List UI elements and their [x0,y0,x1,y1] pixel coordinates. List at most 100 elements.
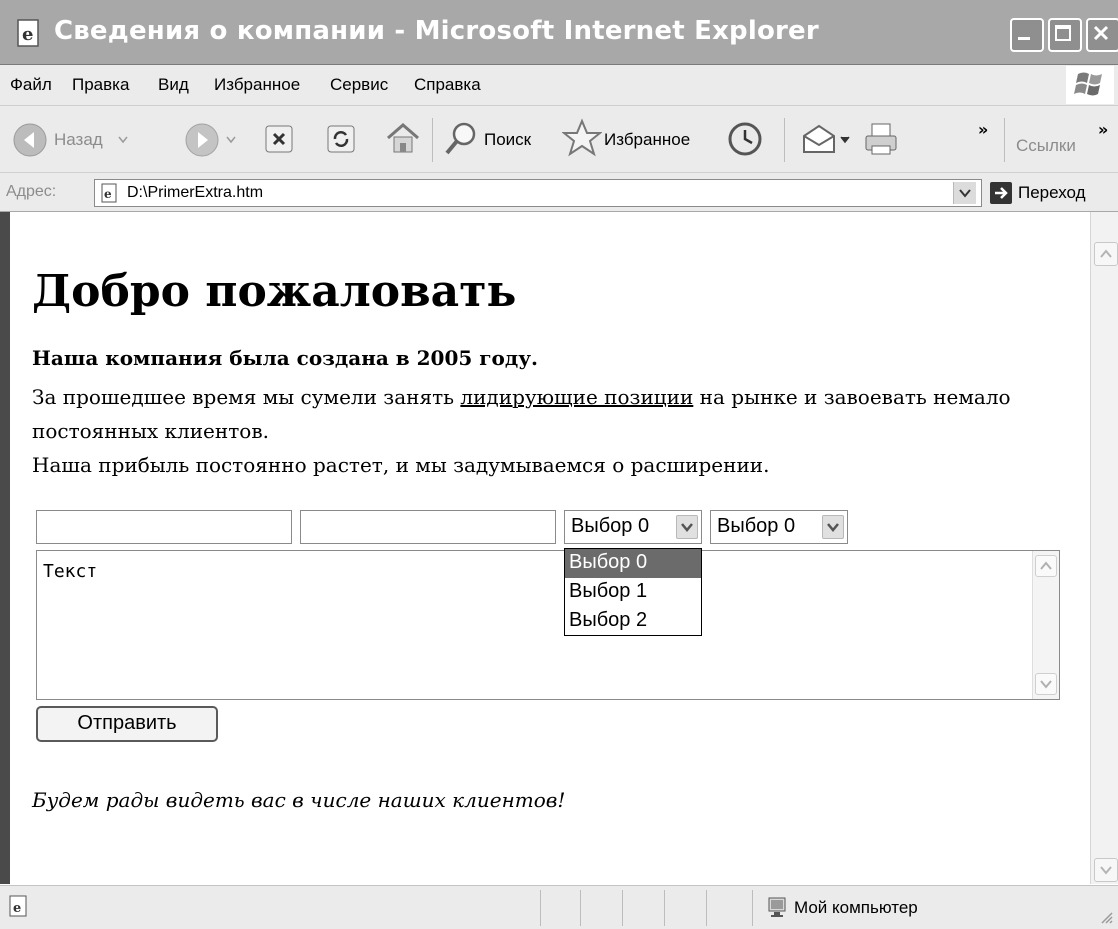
address-input[interactable]: e D:\PrimerExtra.htm [94,179,982,207]
dropdown-option[interactable]: Выбор 1 [565,578,701,607]
text-input-1[interactable] [36,510,292,544]
history-icon[interactable] [726,120,764,158]
chevron-down-icon [959,189,971,198]
menu-edit[interactable]: Правка [72,75,129,95]
search-icon[interactable] [442,120,478,158]
toolbar-separator [784,118,785,162]
chevron-down-icon[interactable] [226,136,236,144]
textarea[interactable]: Текст [36,550,1060,700]
menu-file[interactable]: Файл [10,75,52,95]
status-bar: e Мой компьютер [0,885,1118,929]
browser-window: e Сведения о компании - Microsoft Intern… [0,0,1118,929]
svg-text:e: e [104,187,112,201]
more-tools-chevron[interactable]: » [978,120,988,139]
windows-logo-icon [1066,66,1114,104]
status-separator [540,890,541,926]
dropdown-option-label: Выбор 0 [569,551,648,573]
intro-bold-text: Наша компания была создана в 2005 году. [32,346,538,370]
back-arrow-icon[interactable] [12,122,48,158]
para1-text-before: За прошедшее время мы сумели занять [32,385,461,409]
address-bar: Адрес: e D:\PrimerExtra.htm Переход [0,173,1118,212]
dropdown-option[interactable]: Выбор 2 [565,607,701,636]
forward-arrow-icon[interactable] [184,122,220,158]
status-separator [664,890,665,926]
maximize-button[interactable] [1048,18,1082,52]
toolbar-separator [432,118,433,162]
dropdown-option-label: Выбор 1 [569,580,648,602]
status-separator [580,890,581,926]
toolbar: Назад Поиск Избранное » » Ссылки [0,106,1118,173]
my-computer-icon [768,897,786,917]
page-content: Добро пожаловать Наша компания была созд… [10,212,1088,884]
select-2[interactable]: Выбор 0 [710,510,848,544]
search-button-label[interactable]: Поиск [484,130,531,150]
menu-help[interactable]: Справка [414,75,481,95]
chevron-down-icon[interactable] [118,136,128,144]
select-1[interactable]: Выбор 0 [564,510,702,544]
minimize-icon [1018,37,1030,40]
paragraph: За прошедшее время мы сумели занять лиди… [32,380,1082,482]
close-icon [1093,25,1109,41]
window-left-border [0,212,10,884]
scroll-down-button[interactable] [1094,858,1118,882]
submit-button[interactable]: Отправить [36,706,218,742]
close-button[interactable] [1086,18,1118,52]
chevron-down-icon [1040,680,1052,689]
page-heading: Добро пожаловать [32,266,517,317]
address-label: Адрес: [6,183,57,200]
title-bar[interactable]: e Сведения о компании - Microsoft Intern… [0,0,1118,65]
page-scrollbar[interactable] [1090,212,1118,884]
text-input-2[interactable] [300,510,556,544]
closing-text: Будем рады видеть вас в числе наших клие… [32,788,566,812]
stop-icon[interactable] [264,124,294,154]
leading-positions-link[interactable]: лидирующие позиции [460,385,693,409]
chevron-down-icon[interactable] [822,515,844,539]
toolbar-separator [1004,118,1005,162]
back-button-label[interactable]: Назад [54,130,103,150]
status-separator [622,890,623,926]
menu-bar: Файл Правка Вид Избранное Сервис Справка [0,65,1118,106]
scroll-up-button[interactable] [1035,555,1057,577]
address-value: D:\PrimerExtra.htm [127,184,264,201]
textarea-value: Текст [43,561,98,582]
page-status-icon: e [9,895,27,917]
select-1-dropdown-list: Выбор 0 Выбор 1 Выбор 2 [564,548,702,636]
mail-icon[interactable] [800,122,838,156]
menu-favorites[interactable]: Избранное [214,75,300,95]
favorites-button-label[interactable]: Избранное [604,130,690,150]
menu-tools[interactable]: Сервис [330,75,388,95]
page-icon: e [101,183,117,203]
chevron-down-icon [1100,866,1112,875]
select-1-value: Выбор 0 [571,515,650,537]
menu-view[interactable]: Вид [158,75,189,95]
para2-text: Наша прибыль постоянно растет, и мы заду… [32,453,770,477]
scroll-up-button[interactable] [1094,242,1118,266]
links-label[interactable]: Ссылки [1016,136,1076,156]
window-title: Сведения о компании - Microsoft Internet… [54,16,819,46]
resize-grip-icon[interactable] [1100,911,1114,925]
select-2-value: Выбор 0 [717,515,796,537]
ie-page-icon: e [17,19,39,47]
status-separator [752,890,753,926]
scroll-down-button[interactable] [1035,673,1057,695]
dropdown-option-label: Выбор 2 [569,609,648,631]
home-icon[interactable] [384,120,422,156]
favorites-star-icon[interactable] [562,118,602,158]
address-dropdown-button[interactable] [953,182,976,204]
maximize-icon [1055,25,1071,41]
chevron-down-icon[interactable] [676,515,698,539]
svg-text:e: e [22,24,33,45]
dropdown-option[interactable]: Выбор 0 [565,549,701,578]
svg-text:e: e [13,901,21,916]
more-links-chevron[interactable]: » [1098,120,1108,139]
refresh-icon[interactable] [326,124,356,154]
print-icon[interactable] [862,120,900,158]
minimize-button[interactable] [1010,18,1044,52]
chevron-down-icon[interactable] [840,136,850,144]
status-separator [706,890,707,926]
security-zone-label: Мой компьютер [794,898,918,917]
chevron-up-icon [1100,249,1112,258]
textarea-scrollbar[interactable] [1032,551,1059,699]
go-arrow-icon[interactable] [990,182,1012,204]
go-button-label[interactable]: Переход [1018,183,1086,203]
